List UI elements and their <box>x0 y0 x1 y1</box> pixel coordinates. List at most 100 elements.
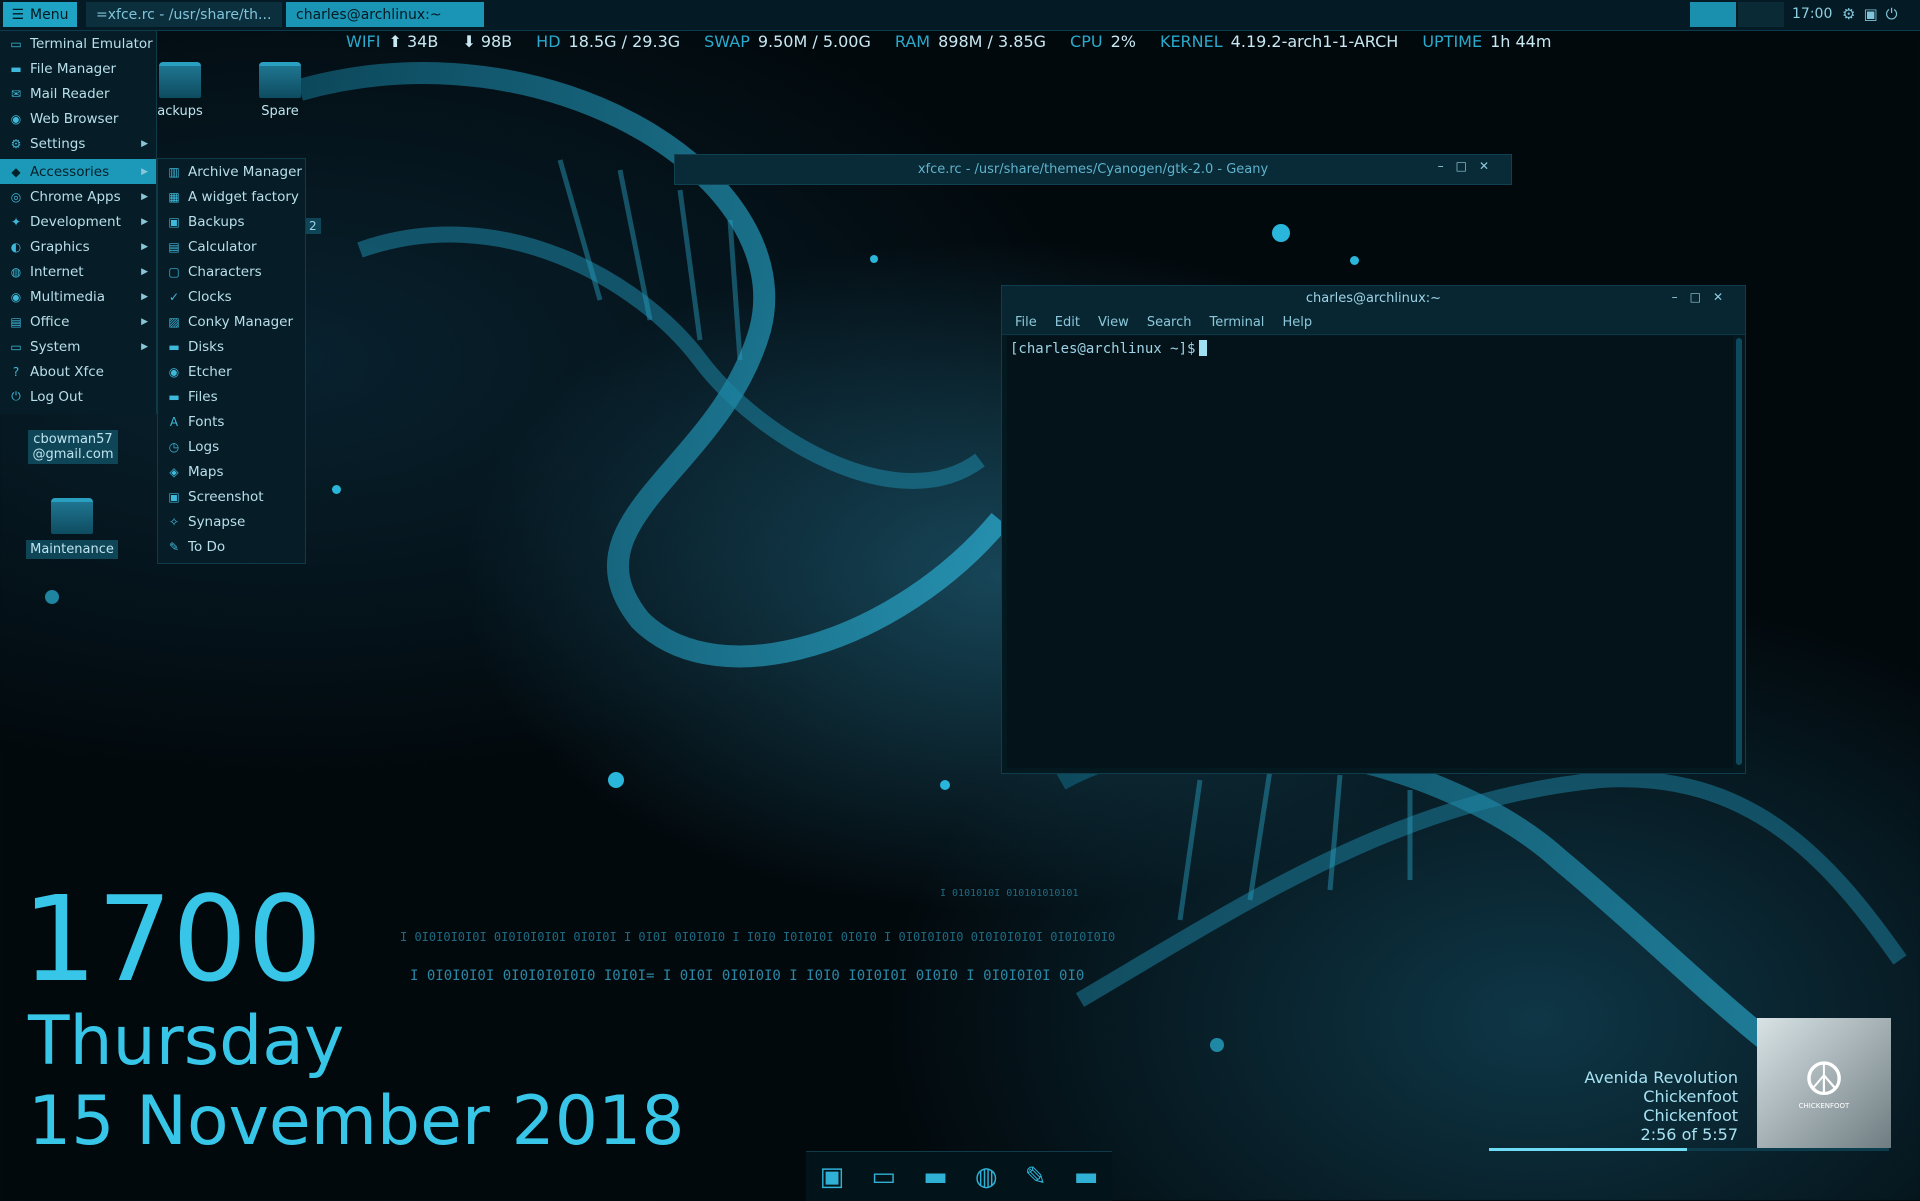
submenu-item-conky-manager[interactable]: ▨ Conky Manager <box>158 309 305 334</box>
menu-item-settings[interactable]: ⚙ Settings ▶ <box>0 131 156 156</box>
terminal-window: charles@archlinux:~ –□✕ File Edit View S… <box>1001 285 1746 774</box>
wifi-down: ⬇ 98B <box>462 32 513 51</box>
globe-icon[interactable]: ◍ <box>975 1162 998 1192</box>
characters-icon: ▢ <box>168 264 180 279</box>
hd-label: HD <box>536 32 561 51</box>
network-icon[interactable]: ⚙ <box>1842 5 1863 23</box>
menu-item-file-manager[interactable]: ▬ File Manager <box>0 56 156 81</box>
particle <box>1272 224 1290 242</box>
submenu-item-archive-manager[interactable]: ▥ Archive Manager <box>158 159 305 184</box>
files-icon[interactable]: ▬ <box>1074 1162 1099 1192</box>
menu-search[interactable]: Search <box>1147 315 1192 330</box>
menu-item-mail-reader[interactable]: ✉ Mail Reader <box>0 81 156 106</box>
submenu-item-fonts[interactable]: A Fonts <box>158 409 305 434</box>
submenu-item-etcher[interactable]: ◉ Etcher <box>158 359 305 384</box>
track-artist: Chickenfoot <box>1643 1087 1738 1106</box>
album-art-text: CHICKENFOOT <box>1798 1102 1850 1110</box>
minimize-icon[interactable]: – <box>1672 290 1690 304</box>
submenu-item-disks[interactable]: ▬ Disks <box>158 334 305 359</box>
menu-file[interactable]: File <box>1015 315 1037 330</box>
submenu-item-synapse[interactable]: ✧ Synapse <box>158 509 305 534</box>
desktop-icon-email[interactable]: cbowman57 @gmail.com <box>28 430 118 464</box>
fonts-icon: A <box>169 414 179 429</box>
menu-item-chrome-apps[interactable]: ◎ Chrome Apps ▶ <box>0 184 156 209</box>
menu-edit[interactable]: Edit <box>1055 315 1080 330</box>
folder-icon: ▬ <box>168 389 180 404</box>
menu-item-about-xfce[interactable]: ? About Xfce <box>0 359 156 384</box>
menu-help[interactable]: Help <box>1282 315 1312 330</box>
chevron-right-icon: ▶ <box>141 316 148 327</box>
track-progress-bar[interactable] <box>1489 1148 1889 1151</box>
geany-window-titlebar[interactable]: xfce.rc - /usr/share/themes/Cyanogen/gtk… <box>674 154 1512 185</box>
menu-item-log-out[interactable]: ⏻ Log Out <box>0 384 156 409</box>
swap-value: 9.50M / 5.00G <box>757 32 871 51</box>
wifi-up: ⬆ 34B <box>388 32 439 51</box>
submenu-item-to-do[interactable]: ✎ To Do <box>158 534 305 559</box>
wifi-label: WIFI <box>346 32 381 51</box>
desktop-icon-maintenance[interactable]: Maintenance <box>26 498 118 559</box>
panel-clock[interactable]: 17:00 <box>1792 6 1832 22</box>
terminal-alt-icon[interactable]: ▭ <box>871 1162 896 1192</box>
submenu-item-characters[interactable]: ▢ Characters <box>158 259 305 284</box>
logs-icon: ◷ <box>168 439 180 454</box>
power-icon[interactable]: ⏻ <box>1886 5 1906 23</box>
menu-item-internet[interactable]: ◍ Internet ▶ <box>0 259 156 284</box>
menu-item-office[interactable]: ▤ Office ▶ <box>0 309 156 334</box>
folder-icon[interactable]: ▬ <box>923 1162 948 1192</box>
desktop-icon-backups[interactable]: ackups <box>150 62 210 119</box>
menu-item-development[interactable]: ✦ Development ▶ <box>0 209 156 234</box>
desktop-icon-label: Spare <box>261 104 299 119</box>
submenu-item-files[interactable]: ▬ Files <box>158 384 305 409</box>
menu-terminal[interactable]: Terminal <box>1209 315 1264 330</box>
window-title: xfce.rc - /usr/share/themes/Cyanogen/gtk… <box>917 162 1269 177</box>
terminal-icon[interactable]: ▣ <box>820 1162 845 1192</box>
menu-view[interactable]: View <box>1098 315 1129 330</box>
synapse-icon: ✧ <box>168 514 180 529</box>
shell-prompt: [charles@archlinux ~]$ <box>1010 341 1196 357</box>
menu-item-multimedia[interactable]: ◉ Multimedia ▶ <box>0 284 156 309</box>
terminal-scrollbar[interactable] <box>1736 338 1742 765</box>
graphics-icon: ◐ <box>10 239 22 254</box>
chevron-right-icon: ▶ <box>141 138 148 149</box>
screenshot-icon[interactable]: ▣ <box>1863 5 1885 23</box>
submenu-item-calculator[interactable]: ▤ Calculator <box>158 234 305 259</box>
close-icon[interactable]: ✕ <box>1479 159 1501 173</box>
drive-icon <box>159 62 201 98</box>
particle <box>1210 1038 1224 1052</box>
settings-icon: ⚙ <box>10 136 22 151</box>
menu-item-accessories[interactable]: ◆ Accessories ▶ <box>0 159 156 184</box>
menu-item-terminal[interactable]: ▭ Terminal Emulator <box>0 31 156 56</box>
mail-icon: ✉ <box>10 86 22 101</box>
particle <box>940 780 950 790</box>
desktop-icon-spare[interactable]: Spare <box>250 62 310 119</box>
terminal-output[interactable]: [charles@archlinux ~]$ <box>1007 336 1733 768</box>
maximize-icon[interactable]: □ <box>1690 290 1713 304</box>
chevron-right-icon: ▶ <box>141 216 148 227</box>
submenu-item-clocks[interactable]: ✓ Clocks <box>158 284 305 309</box>
menu-item-system[interactable]: ▭ System ▶ <box>0 334 156 359</box>
workspace-1[interactable] <box>1690 2 1736 27</box>
submenu-item-screenshot[interactable]: ▣ Screenshot <box>158 484 305 509</box>
kernel-label: KERNEL <box>1159 32 1223 51</box>
menu-item-web-browser[interactable]: ◉ Web Browser <box>0 106 156 131</box>
ram-value: 898M / 3.85G <box>938 32 1047 51</box>
terminal-titlebar[interactable]: charles@archlinux:~ –□✕ <box>1002 286 1745 310</box>
chevron-right-icon: ▶ <box>141 291 148 302</box>
menu-item-graphics[interactable]: ◐ Graphics ▶ <box>0 234 156 259</box>
close-icon[interactable]: ✕ <box>1713 290 1735 304</box>
workspace-2[interactable] <box>1738 2 1784 27</box>
menu-icon: ☰ <box>11 6 25 23</box>
taskbar-item-geany[interactable]: =xfce.rc - /usr/share/th... <box>86 2 282 27</box>
editor-icon[interactable]: ✎ <box>1025 1162 1047 1192</box>
submenu-item-widget-factory[interactable]: ▦ A widget factory <box>158 184 305 209</box>
particle <box>332 485 341 494</box>
minimize-icon[interactable]: – <box>1438 159 1456 173</box>
submenu-item-logs[interactable]: ◷ Logs <box>158 434 305 459</box>
terminal-icon: ▭ <box>10 36 22 51</box>
submenu-item-backups[interactable]: ▣ Backups <box>158 209 305 234</box>
taskbar-item-terminal[interactable]: charles@archlinux:~ <box>286 2 484 27</box>
desktop-icon-label: cbowman57 @gmail.com <box>28 430 118 464</box>
menu-button[interactable]: ☰ Menu <box>3 2 77 27</box>
maximize-icon[interactable]: □ <box>1456 159 1479 173</box>
submenu-item-maps[interactable]: ◈ Maps <box>158 459 305 484</box>
